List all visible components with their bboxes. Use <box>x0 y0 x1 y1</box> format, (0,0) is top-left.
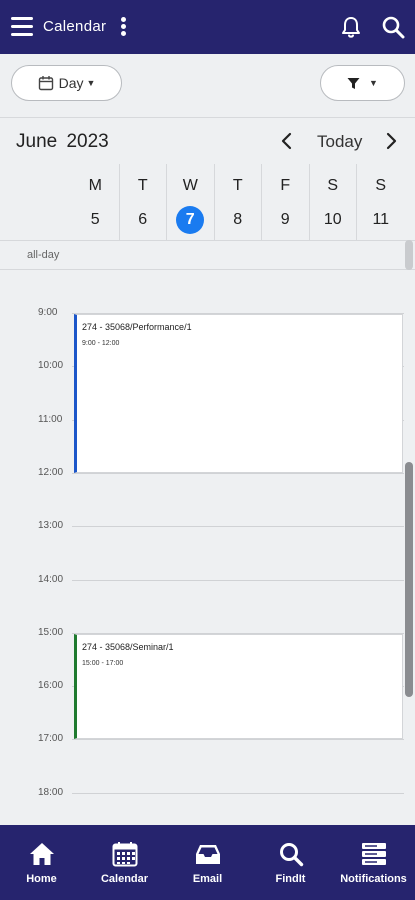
hour-label: 13:00 <box>38 520 64 532</box>
hour-label: 16:00 <box>38 680 64 692</box>
day-column-header[interactable]: T8 <box>215 164 262 240</box>
day-of-week-label: M <box>88 177 102 194</box>
calendar-icon <box>112 841 138 867</box>
month-navigation: June 2023 Today <box>0 118 415 164</box>
view-select-label: Day <box>58 75 84 91</box>
day-of-week-label: S <box>327 177 339 194</box>
scrollbar-track <box>405 240 413 270</box>
day-column-header[interactable]: T6 <box>120 164 167 240</box>
home-icon <box>29 841 55 867</box>
hour-row: 13:00 <box>0 520 415 531</box>
date-number[interactable]: 9 <box>271 206 299 234</box>
hour-label: 17:00 <box>38 733 64 745</box>
event-title: 274 - 35068/Performance/1 <box>82 322 192 332</box>
date-number[interactable]: 10 <box>319 206 347 234</box>
day-column-header[interactable]: M5 <box>72 164 120 240</box>
hour-label: 14:00 <box>38 573 64 585</box>
nav-item-findit[interactable]: FindIt <box>249 825 332 900</box>
nav-item-label: FindIt <box>275 873 306 885</box>
day-of-week-label: W <box>182 177 198 194</box>
week-days-header: M 5 T 6 W 7 T 8 F 9 S 10 S 11 <box>72 164 415 240</box>
month-label: June 2023 <box>16 131 109 152</box>
event-time: 9:00 - 12:00 <box>82 340 120 347</box>
hour-label: 12:00 <box>38 466 64 478</box>
day-of-week-label: F <box>280 177 291 194</box>
search-icon[interactable] <box>381 15 405 39</box>
hour-divider <box>72 526 404 528</box>
date-number[interactable]: 5 <box>81 206 109 234</box>
app-header: Calendar <box>0 0 415 54</box>
scrollbar-thumb[interactable] <box>405 462 413 697</box>
filter-button[interactable]: ▼ <box>320 65 405 101</box>
event-title: 274 - 35068/Seminar/1 <box>82 641 174 652</box>
date-number[interactable]: 8 <box>224 206 252 234</box>
nav-item-notifications[interactable]: Notifications <box>332 825 415 900</box>
hour-label: 18:00 <box>38 786 64 798</box>
hour-label: 10:00 <box>38 360 64 372</box>
hour-label: 9:00 <box>38 307 58 318</box>
calendar-event[interactable]: 274 - 35068/Performance/1 9:00 - 12:00 <box>74 314 403 473</box>
date-number[interactable]: 11 <box>367 206 395 234</box>
selected-date-number[interactable]: 7 <box>176 206 205 234</box>
nav-item-label: Email <box>192 873 223 885</box>
chevron-right-icon[interactable] <box>383 131 399 151</box>
bottom-navigation: Home Calendar Email FindIt Notifications <box>0 825 415 900</box>
event-time: 15:00 - 17:00 <box>82 659 124 667</box>
menu-icon[interactable] <box>11 17 33 37</box>
notifications-icon <box>361 841 387 867</box>
hour-row: 12:00 <box>0 467 415 478</box>
caret-down-icon: ▼ <box>369 78 378 88</box>
day-column-header[interactable]: S 11 <box>357 164 405 240</box>
view-select-button[interactable]: Day ▼ <box>11 65 122 101</box>
nav-item-calendar[interactable]: Calendar <box>83 825 166 900</box>
day-time-grid[interactable]: 9:00 10:00 11:00 12:00 13:00 14:00 15:00 16:00 1… <box>0 271 415 825</box>
filter-icon <box>347 77 360 89</box>
day-column-header[interactable]: W7 <box>167 164 215 240</box>
calendar-toolbar: Day ▼ ▼ <box>0 54 415 118</box>
hour-label: 15:00 <box>38 626 64 638</box>
day-of-week-label: T <box>232 177 243 194</box>
inbox-icon <box>195 841 221 867</box>
day-of-week-label: T <box>137 177 148 194</box>
hour-row: 18:00 <box>0 787 415 798</box>
hour-divider <box>72 739 404 741</box>
scrollbar[interactable] <box>405 240 413 825</box>
day-of-week-label: S <box>375 177 387 194</box>
day-column-header[interactable]: S 10 <box>310 164 357 240</box>
nav-item-label: Home <box>26 873 57 885</box>
hour-label: 11:00 <box>38 413 63 425</box>
bell-icon[interactable] <box>339 15 363 39</box>
calendar-small-icon <box>38 76 53 91</box>
hour-divider <box>72 579 404 581</box>
nav-item-home[interactable]: Home <box>0 825 83 900</box>
today-button[interactable]: Today <box>317 132 362 152</box>
nav-item-email[interactable]: Email <box>166 825 249 900</box>
hour-divider <box>72 792 404 794</box>
date-number[interactable]: 6 <box>129 206 157 234</box>
hour-divider <box>72 472 404 474</box>
caret-down-icon: ▼ <box>86 78 96 88</box>
hour-row: 14:00 <box>0 574 415 585</box>
all-day-label: all-day <box>27 249 60 261</box>
calendar-event[interactable]: 274 - 35068/Seminar/1 15:00 - 17:00 <box>74 633 403 740</box>
day-column-header[interactable]: F9 <box>262 164 310 240</box>
page-title: Calendar <box>43 18 107 35</box>
chevron-left-icon[interactable] <box>279 131 295 151</box>
search-icon <box>278 841 304 867</box>
hour-row: 17:00 <box>0 733 415 744</box>
nav-item-label: Notifications <box>340 873 407 885</box>
nav-item-label: Calendar <box>100 873 149 885</box>
more-options-icon[interactable] <box>121 17 127 37</box>
all-day-row[interactable]: all-day <box>0 240 415 270</box>
